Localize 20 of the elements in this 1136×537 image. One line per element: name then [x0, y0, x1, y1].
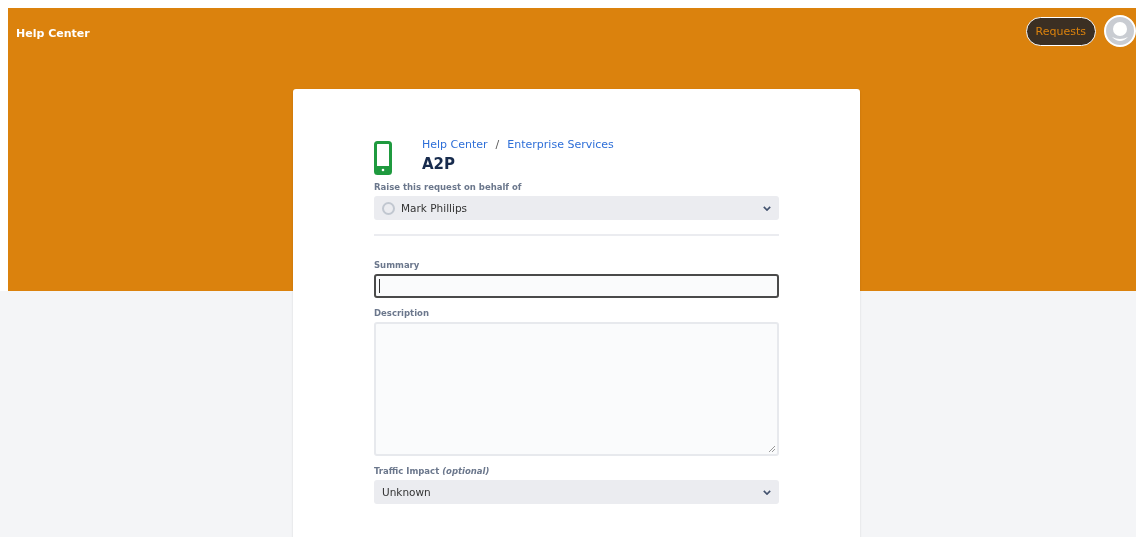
text-cursor — [379, 279, 380, 293]
select-field[interactable]: Unknown — [374, 480, 779, 504]
field-label: Traffic Impact (optional) — [374, 466, 491, 476]
phone-icon — [374, 141, 392, 175]
field-label: Raise this request on behalf of — [374, 182, 523, 192]
chevron-down-icon — [763, 489, 771, 495]
avatar-icon[interactable] — [1104, 15, 1136, 47]
field-label: Summary — [374, 260, 421, 270]
breadcrumb-separator: / — [495, 138, 500, 151]
select-field[interactable]: Mark Phillips — [374, 196, 779, 220]
breadcrumb-link[interactable]: Help Center — [422, 138, 488, 151]
resize-grip-icon[interactable] — [768, 445, 776, 453]
user-avatar-icon — [382, 201, 395, 215]
field-label: Description — [374, 308, 430, 318]
site-title[interactable]: Help Center — [16, 27, 90, 40]
summary-input-field[interactable] — [374, 274, 779, 298]
chevron-down-icon — [763, 205, 771, 211]
requests-button[interactable]: Requests — [1025, 16, 1096, 46]
breadcrumb-link[interactable]: Enterprise Services — [507, 138, 614, 151]
request-type-title: A2P — [422, 155, 457, 173]
